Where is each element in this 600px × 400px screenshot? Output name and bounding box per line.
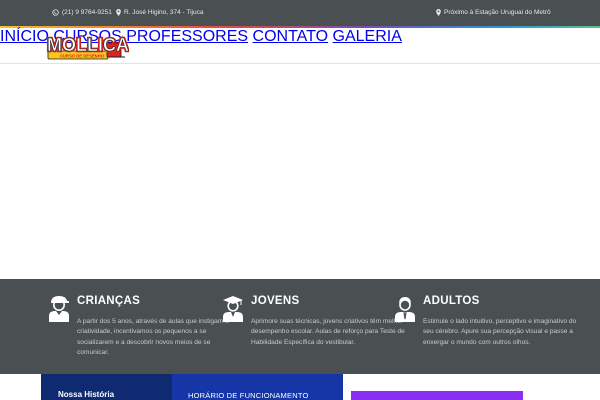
nav-item-professores[interactable]: PROFESSORES [126,28,248,45]
site-logo[interactable]: MOLLICA MOLLICA CURSO DE DESENHO [45,31,130,61]
history-title: Nossa História [58,390,115,399]
feature-description: Estimule o lado intuitivo, perceptivo e … [423,318,577,346]
feature-description: A partir dos 5 anos, através de aulas qu… [77,318,229,357]
site-header: MOLLICA MOLLICA CURSO DE DESENHO INÍCIO … [0,28,600,64]
purple-panel [351,391,523,400]
hero-slider [0,65,600,279]
nav-item-inicio[interactable]: INÍCIO [0,28,49,45]
child-icon [48,295,70,323]
feature-title: JOVENS [251,295,300,307]
whatsapp-icon [52,9,59,16]
feature-title: ADULTOS [423,295,480,307]
svg-text:CURSO DE DESENHO: CURSO DE DESENHO [60,54,105,59]
nav-item-contato[interactable]: CONTATO [253,28,329,45]
nav-item-galeria[interactable]: GALERIA [333,28,402,45]
hours-panel[interactable]: HORÁRIO DE FUNCIONAMENTO [172,374,343,400]
address-contact[interactable]: R. José Higino, 374 - Tijuca [116,9,203,16]
address-text: R. José Higino, 374 - Tijuca [124,9,204,16]
hours-title: HORÁRIO DE FUNCIONAMENTO [188,391,309,400]
metro-location-text: Próximo à Estação Uruguai do Metrô [444,9,551,16]
metro-location[interactable]: Próximo à Estação Uruguai do Metrô [436,9,551,16]
map-marker-icon [116,9,121,16]
adult-icon [394,295,416,323]
svg-text:MOLLICA: MOLLICA [47,35,129,55]
map-marker-icon [436,9,441,16]
top-info-bar: (21) 9 9764-9251 R. José Higino, 374 - T… [0,0,600,26]
history-panel[interactable]: Nossa História [41,374,172,400]
bottom-section: Nossa História HORÁRIO DE FUNCIONAMENTO [0,374,600,400]
feature-title: CRIANÇAS [77,295,141,307]
graduate-icon [222,295,244,323]
phone-contact[interactable]: (21) 9 9764-9251 [52,9,112,16]
features-band: CRIANÇAS A partir dos 5 anos, através de… [0,279,600,374]
feature-description: Aprimore suas técnicas, jovens criativos… [251,318,405,346]
phone-number: (21) 9 9764-9251 [62,9,112,16]
